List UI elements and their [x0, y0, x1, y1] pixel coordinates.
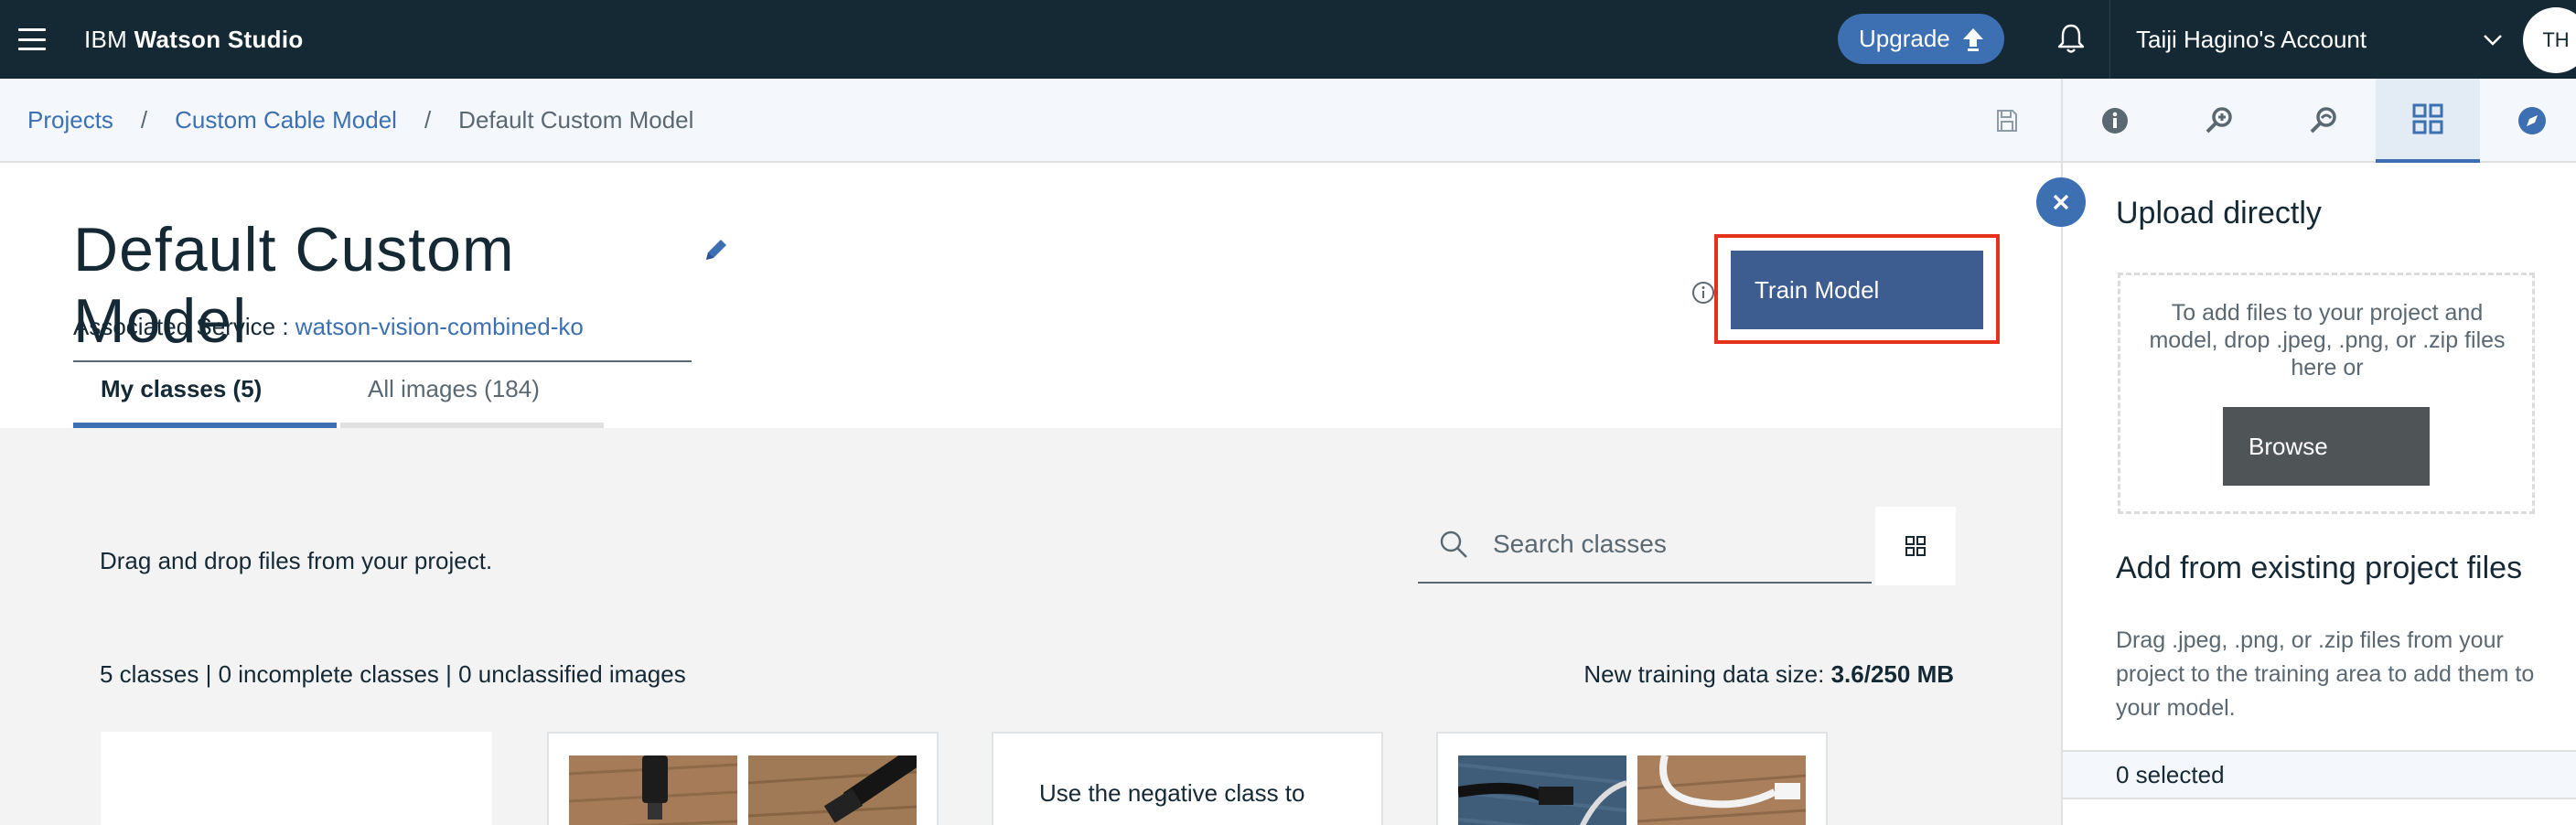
breadcrumb-current: Default Custom Model	[458, 105, 694, 134]
grid-view-button[interactable]	[1875, 507, 1956, 585]
upgrade-label: Upgrade	[1859, 25, 1950, 52]
account-name: Taiji Hagino's Account	[2136, 25, 2367, 53]
model-header: Default Custom Model Associated Service …	[0, 163, 2061, 428]
brand-name: Watson Studio	[134, 25, 304, 53]
drop-zone-text: To add files to your project and model, …	[2149, 300, 2506, 380]
class-thumbnail	[748, 755, 917, 825]
training-size-value: 3.6/250 MB	[1830, 660, 1954, 688]
grid-view-icon	[1905, 536, 1926, 556]
search-icon	[1440, 530, 1467, 558]
upload-directly-heading: Upload directly	[2116, 196, 2322, 230]
data-assets-panel: Upload directly To add files to your pro…	[2061, 163, 2576, 825]
notebook-icon[interactable]	[2271, 79, 2376, 163]
breadcrumb-projects[interactable]: Projects	[27, 106, 113, 134]
data-assets-icon[interactable]	[2376, 79, 2480, 163]
classes-area: Drag and drop files from your project. 5…	[0, 428, 2061, 825]
negative-class-hint: Use the negative class to	[1039, 779, 1305, 807]
train-model-button[interactable]: Train Model	[1731, 251, 1983, 329]
close-panel-button[interactable]	[2036, 177, 2086, 227]
tab-my-classes[interactable]: My classes (5)	[73, 364, 337, 428]
find-and-add-data-icon[interactable]	[2167, 79, 2271, 163]
notification-bell-icon[interactable]	[2053, 20, 2089, 57]
save-icon[interactable]	[1995, 108, 2019, 134]
existing-files-description: Drag .jpeg, .png, or .zip files from you…	[2116, 627, 2535, 721]
top-navigation-bar: IBM Watson Studio Upgrade Taiji Hagino's…	[0, 0, 2576, 79]
train-info-icon[interactable]	[1690, 280, 1716, 305]
associated-service-link[interactable]: watson-vision-combined-ko	[295, 313, 584, 340]
breadcrumb-separator: /	[140, 105, 148, 134]
class-thumbnail	[569, 755, 737, 825]
highlight-box: Train Model	[1714, 234, 2000, 344]
class-card[interactable]	[547, 732, 939, 825]
breadcrumb: Projects / Custom Cable Model / Default …	[0, 79, 2061, 163]
browse-button[interactable]: Browse	[2223, 407, 2430, 486]
edit-pencil-icon[interactable]	[701, 234, 732, 265]
class-thumbnail	[1458, 755, 1626, 825]
training-size-label: New training data size:	[1583, 660, 1825, 688]
file-drop-zone[interactable]: To add files to your project and model, …	[2118, 273, 2535, 514]
breadcrumb-project[interactable]: Custom Cable Model	[175, 106, 397, 134]
chevron-down-icon	[2484, 35, 2502, 46]
associated-service: Associated Service : watson-vision-combi…	[73, 313, 584, 341]
info-icon[interactable]	[2063, 79, 2167, 163]
class-thumbnail	[1637, 755, 1806, 825]
close-icon	[2053, 194, 2069, 210]
drag-drop-hint: Drag and drop files from your project.	[100, 547, 493, 574]
upgrade-button[interactable]: Upgrade	[1838, 14, 2004, 64]
explore-icon[interactable]	[2480, 79, 2576, 163]
search-input[interactable]	[1493, 530, 1859, 559]
existing-files-heading: Add from existing project files	[2116, 551, 2523, 585]
negative-class-card[interactable]: Use the negative class to	[992, 732, 1383, 825]
app-brand[interactable]: IBM Watson Studio	[84, 26, 304, 54]
class-card[interactable]	[1436, 732, 1828, 825]
side-panel-toolbar	[2061, 79, 2576, 163]
class-card[interactable]	[101, 732, 492, 825]
associated-service-label: Associated Service :	[73, 313, 289, 340]
breadcrumb-separator: /	[424, 105, 432, 134]
training-data-size: New training data size: 3.6/250 MB	[1583, 660, 1954, 689]
account-switcher[interactable]: Taiji Hagino's Account	[2110, 0, 2524, 79]
search-box	[1418, 507, 1872, 584]
selection-count: 0 selected	[2063, 750, 2576, 799]
hamburger-menu-icon[interactable]	[18, 26, 46, 53]
tab-all-images[interactable]: All images (184)	[340, 364, 604, 428]
brand-prefix: IBM	[84, 25, 128, 53]
avatar[interactable]: TH	[2523, 7, 2576, 73]
class-counts: 5 classes | 0 incomplete classes | 0 unc…	[100, 660, 686, 688]
upgrade-arrow-icon	[1962, 27, 1983, 51]
